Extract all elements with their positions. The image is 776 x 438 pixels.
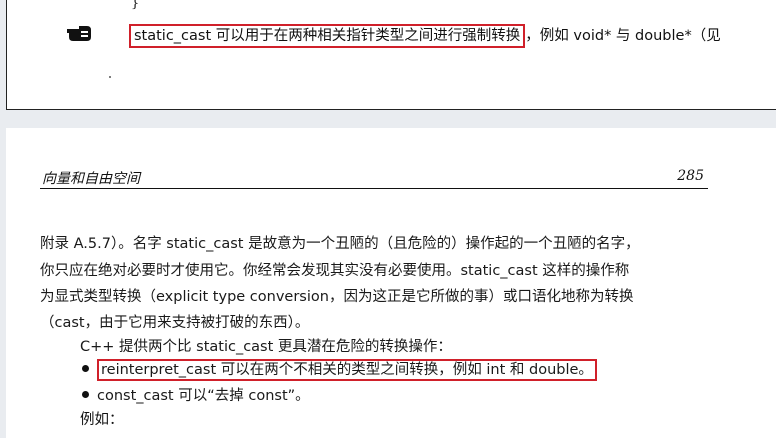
pointing-hand-icon bbox=[67, 26, 91, 41]
page-number: 285 bbox=[677, 168, 704, 184]
bullet-text: const_cast 可以“去掉 const”。 bbox=[97, 388, 310, 404]
paragraph-line: 你只应在绝对必要时才使用它。你经常会发现其实没有必要使用。static_cast… bbox=[40, 263, 630, 279]
static-cast-note: static_cast 可以用于在两种相关指针类型之间进行强制转换 ，例如 voi… bbox=[129, 24, 721, 48]
book-page-285: 向量和自由空间 285 附录 A.5.7）。名字 static_cast 是故意… bbox=[6, 128, 776, 438]
intro-line: C++ 提供两个比 static_cast 更具潜在危险的转换操作： bbox=[80, 339, 452, 355]
paragraph-line: （cast，由于它用来支持被打破的东西）。 bbox=[40, 315, 310, 331]
running-header: 向量和自由空间 285 bbox=[40, 168, 708, 189]
code-brace: } bbox=[131, 0, 140, 11]
paragraph-line: 附录 A.5.7）。名字 static_cast 是故意为一个丑陋的（且危险的）… bbox=[40, 236, 640, 252]
bullet-icon bbox=[82, 391, 89, 398]
bullet-icon bbox=[82, 365, 89, 372]
note-continuation: ，例如 void* 与 double*（见 bbox=[525, 28, 721, 44]
highlighted-phrase: static_cast 可以用于在两种相关指针类型之间进行强制转换 bbox=[129, 24, 526, 48]
bullet-reinterpret-cast: reinterpret_cast 可以在两个不相关的类型之间转换，例如 int … bbox=[82, 358, 597, 381]
highlighted-bullet-text: reinterpret_cast 可以在两个不相关的类型之间转换，例如 int … bbox=[97, 359, 597, 381]
previous-page-fragment: } static_cast 可以用于在两种相关指针类型之间进行强制转换 ，例如 v… bbox=[6, 0, 776, 110]
stray-mark bbox=[109, 76, 111, 78]
bullet-const-cast: const_cast 可以“去掉 const”。 bbox=[82, 384, 310, 405]
paragraph-line: 为显式类型转换（explicit type conversion，因为这正是它所… bbox=[40, 289, 634, 305]
example-label: 例如： bbox=[80, 412, 124, 428]
chapter-title: 向量和自由空间 bbox=[42, 171, 140, 187]
